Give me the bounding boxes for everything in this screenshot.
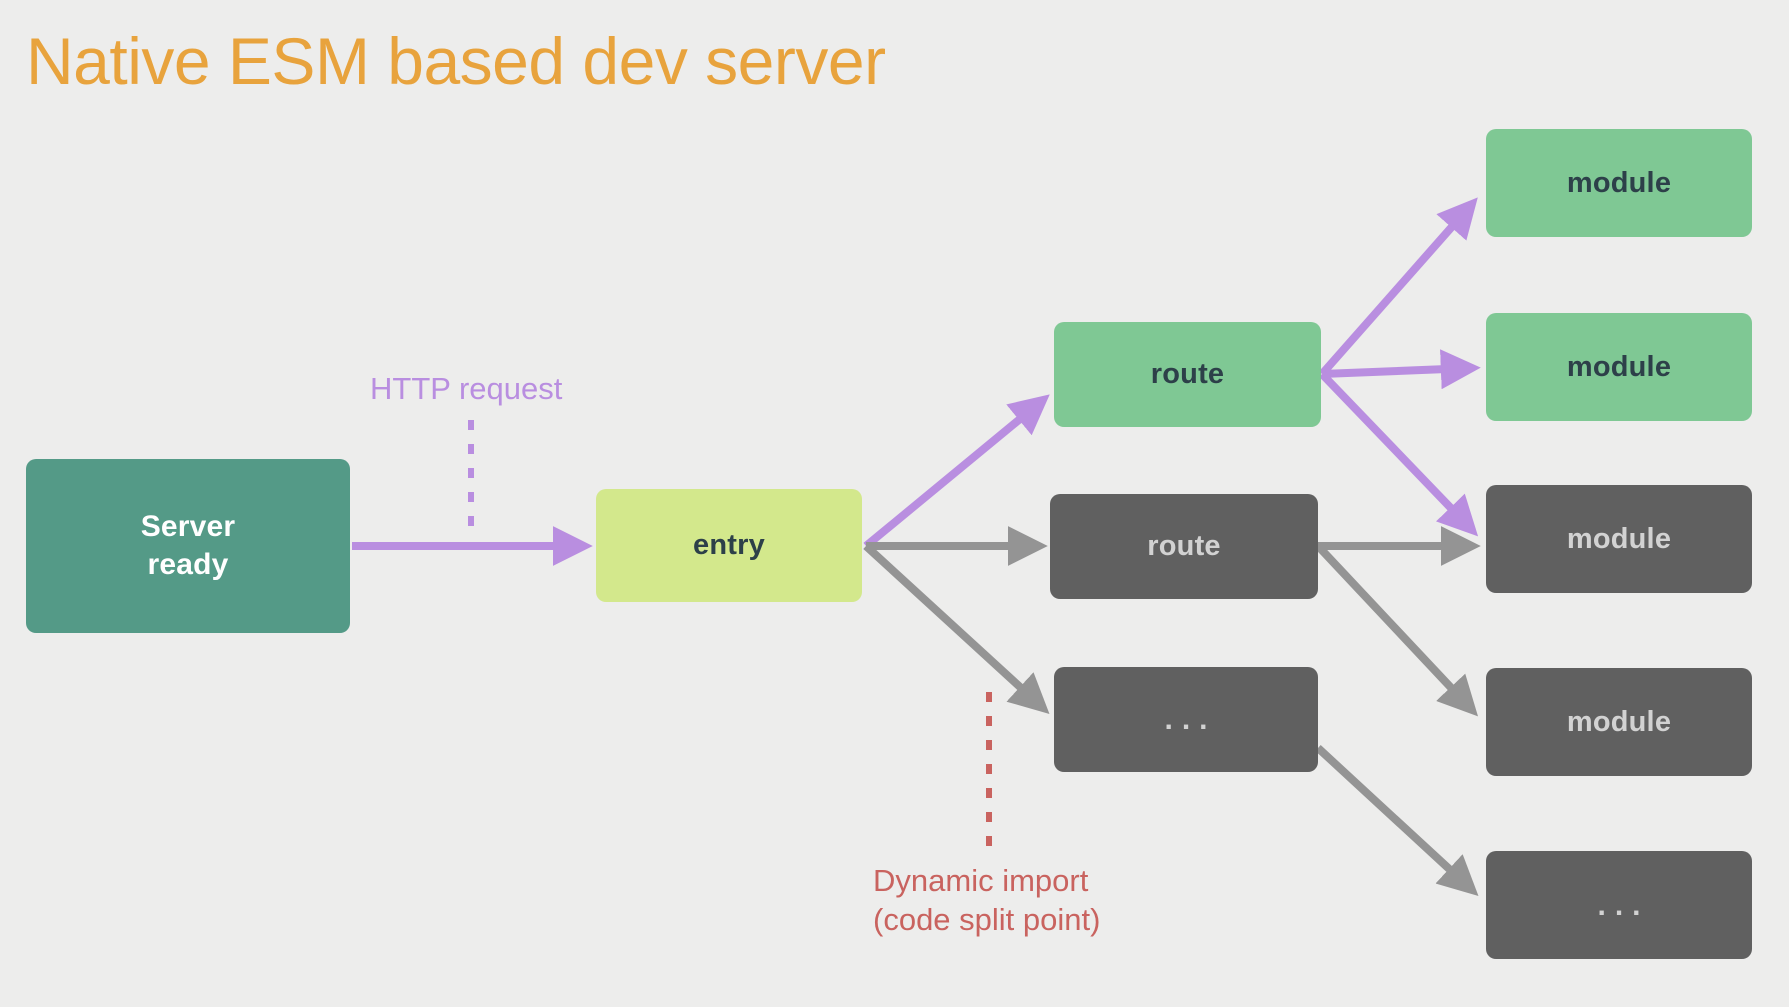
node-route-active[interactable]: route — [1054, 322, 1321, 427]
node-route-active-label: route — [1150, 358, 1225, 390]
edge-route-to-module-2 — [1321, 349, 1481, 390]
edge-route-to-module-1 — [1319, 197, 1478, 377]
node-entry[interactable]: entry — [596, 489, 862, 602]
node-module-more[interactable]: ... — [1486, 851, 1752, 959]
node-route-inactive[interactable]: route — [1050, 494, 1318, 599]
node-module-1-label: module — [1566, 166, 1672, 199]
node-server-ready[interactable]: Server ready — [26, 459, 350, 633]
node-module-4-label: module — [1566, 705, 1672, 738]
node-server-ready-line2: ready — [147, 548, 229, 581]
node-module-more-label: ... — [1597, 888, 1650, 922]
node-server-ready-line1: Server — [140, 509, 236, 543]
node-module-3-label: module — [1566, 522, 1672, 555]
node-entry-label: entry — [693, 529, 765, 561]
node-module-3[interactable]: module — [1486, 485, 1752, 593]
diagram-canvas: Native ESM based dev server HTTP request… — [0, 0, 1789, 1007]
node-module-2[interactable]: module — [1486, 313, 1752, 421]
node-module-2-label: module — [1566, 350, 1672, 383]
node-route-more[interactable]: ... — [1054, 667, 1318, 772]
node-module-1[interactable]: module — [1486, 129, 1752, 237]
edge-route-inactive-to-module-4 — [1315, 543, 1479, 717]
http-request-label: HTTP request — [370, 371, 563, 406]
edge-entry-to-route-more — [863, 543, 1050, 714]
edge-entry-to-route-active — [863, 394, 1050, 550]
dynamic-import-label: Dynamic import (code split point) — [873, 862, 1100, 940]
node-route-inactive-label: route — [1147, 530, 1221, 562]
node-module-4[interactable]: module — [1486, 668, 1752, 776]
node-route-more-label: ... — [1164, 703, 1217, 736]
dynamic-import-label-line1: Dynamic import — [873, 863, 1089, 898]
edge-route-to-module-3 — [1319, 371, 1479, 537]
dynamic-import-label-line2: (code split point) — [873, 901, 1101, 937]
edge-route-more-to-module-more — [1315, 745, 1479, 896]
